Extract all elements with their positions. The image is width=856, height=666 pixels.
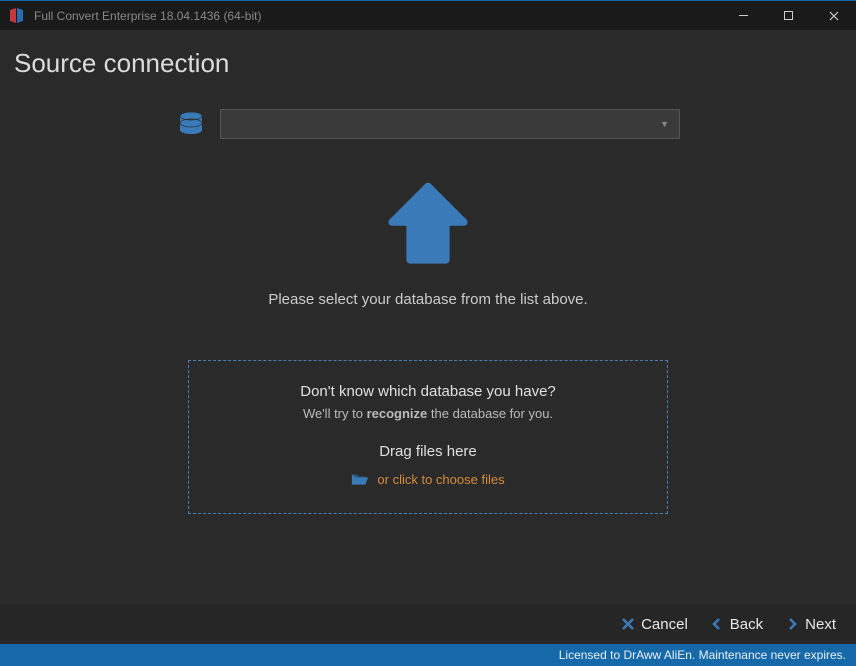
- cancel-button[interactable]: Cancel: [621, 616, 688, 633]
- app-icon: [8, 7, 26, 25]
- choose-files-text: or click to choose files: [377, 472, 504, 487]
- dropzone-drag-label: Drag files here: [209, 443, 647, 460]
- database-dropdown[interactable]: ▼: [220, 109, 680, 139]
- database-icon: [176, 111, 206, 137]
- minimize-button[interactable]: [721, 1, 766, 30]
- titlebar: Full Convert Enterprise 18.04.1436 (64-b…: [0, 0, 856, 30]
- titlebar-text: Full Convert Enterprise 18.04.1436 (64-b…: [34, 9, 721, 23]
- dropzone-subtitle: We'll try to recognize the database for …: [209, 406, 647, 421]
- file-drop-zone[interactable]: Don't know which database you have? We'l…: [188, 360, 668, 514]
- dropzone-title: Don't know which database you have?: [209, 383, 647, 400]
- wizard-footer: Cancel Back Next: [0, 604, 856, 644]
- arrow-up-icon: [383, 179, 473, 269]
- back-button[interactable]: Back: [710, 616, 763, 633]
- close-icon: [621, 617, 635, 631]
- folder-open-icon: [351, 472, 369, 486]
- license-text: Licensed to DrAww AliEn. Maintenance nev…: [559, 648, 846, 662]
- database-selector-row: ▼: [176, 109, 680, 139]
- page-header: Source connection: [0, 30, 856, 101]
- maximize-button[interactable]: [766, 1, 811, 30]
- status-bar: Licensed to DrAww AliEn. Maintenance nev…: [0, 644, 856, 666]
- window-controls: [721, 1, 856, 30]
- close-button[interactable]: [811, 1, 856, 30]
- chevron-down-icon: ▼: [660, 119, 669, 129]
- chevron-right-icon: [785, 617, 799, 631]
- choose-files-link[interactable]: or click to choose files: [209, 472, 647, 487]
- page-title: Source connection: [14, 48, 842, 79]
- next-button[interactable]: Next: [785, 616, 836, 633]
- main-content: ▼ Please select your database from the l…: [0, 101, 856, 604]
- chevron-left-icon: [710, 617, 724, 631]
- instruction-text: Please select your database from the lis…: [228, 289, 628, 312]
